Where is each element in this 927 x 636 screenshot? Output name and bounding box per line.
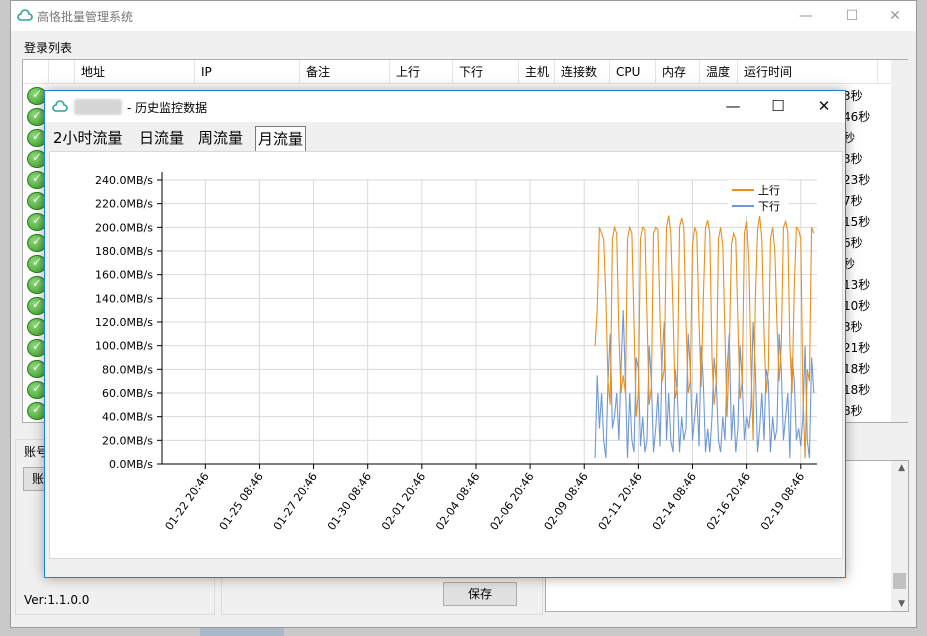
x-tick-label: 02-09 08:46 [542, 470, 591, 532]
y-tick-label: 100.0MB/s [95, 340, 153, 353]
scroll-down-icon[interactable]: ▼ [898, 599, 905, 609]
column-header-connections[interactable]: 连接数 [555, 60, 610, 84]
x-tick-label: 01-27 20:46 [271, 470, 320, 532]
tab-daily-traffic[interactable]: 日流量 [137, 126, 186, 152]
column-header-note[interactable]: 备注 [300, 60, 390, 84]
column-header-download[interactable]: 下行 [453, 60, 519, 84]
x-tick-label: 02-01 20:46 [379, 470, 428, 532]
x-tick-label: 02-11 20:46 [596, 470, 645, 532]
y-tick-label: 200.0MB/s [95, 221, 153, 234]
log-scrollbar[interactable]: ▲ ▼ [891, 461, 908, 611]
x-tick-label: 02-04 08:46 [433, 470, 482, 532]
dialog-close-button[interactable]: ✕ [801, 91, 847, 122]
column-header-address[interactable]: 地址 [75, 60, 195, 84]
x-tick-label: 01-22 20:46 [163, 470, 212, 532]
y-tick-label: 220.0MB/s [95, 198, 153, 211]
main-titlebar[interactable]: 高恪批量管理系统 — ☐ ✕ [11, 1, 916, 31]
y-tick-label: 240.0MB/s [95, 174, 153, 187]
column-header-hosts[interactable]: 主机 [519, 60, 555, 84]
x-tick-label: 02-14 08:46 [650, 470, 699, 532]
tab-weekly-traffic[interactable]: 周流量 [196, 126, 245, 152]
x-tick-label: 01-30 08:46 [325, 470, 374, 532]
dialog-minimize-button[interactable]: — [710, 91, 756, 122]
scroll-up-icon[interactable]: ▲ [898, 463, 905, 473]
minimize-button[interactable]: — [783, 1, 829, 31]
column-header-uptime[interactable]: 运行时间 [738, 60, 878, 84]
maximize-button[interactable]: ☐ [829, 1, 875, 31]
list-header: 地址 IP 备注 上行 下行 主机 连接数 CPU 内存 温度 运行时间 [23, 60, 907, 84]
x-tick-label: 01-25 08:46 [217, 470, 266, 532]
version-label: Ver:1.1.0.0 [24, 593, 90, 607]
traffic-chart: 0.0MB/s 20.0MB/s 40.0MB/s 60.0MB/s 80.0MB/s 1… [95, 172, 817, 533]
tab-2h-traffic[interactable]: 2小时流量 [51, 126, 125, 152]
window-title: 高恪批量管理系统 [37, 10, 134, 24]
y-tick-label: 40.0MB/s [102, 411, 153, 424]
y-tick-label: 20.0MB/s [102, 434, 153, 447]
cloud-icon [17, 9, 33, 21]
x-tick-label: 02-06 20:46 [487, 470, 536, 532]
scroll-thumb[interactable] [893, 573, 906, 589]
history-dialog: - 历史监控数据 — ☐ ✕ 2小时流量 日流量 周流量 月流量 0.0MB/s… [44, 90, 846, 578]
x-tick-label: 02-19 08:46 [758, 470, 807, 532]
column-header-memory[interactable]: 内存 [656, 60, 700, 84]
column-header-upload[interactable]: 上行 [390, 60, 453, 84]
dialog-title: - 历史监控数据 [127, 101, 208, 115]
legend-label: 下行 [758, 200, 780, 213]
tab-panel: 0.0MB/s 20.0MB/s 40.0MB/s 60.0MB/s 80.0MB/s 1… [49, 151, 843, 559]
dialog-titlebar[interactable]: - 历史监控数据 — ☐ ✕ [45, 91, 845, 122]
column-header-cpu[interactable]: CPU [610, 60, 656, 84]
taskbar-strip [200, 628, 284, 636]
dialog-maximize-button[interactable]: ☐ [755, 91, 801, 122]
column-header-status[interactable] [23, 60, 49, 84]
y-tick-label: 60.0MB/s [102, 387, 153, 400]
column-header-ip[interactable]: IP [195, 60, 300, 84]
y-tick-label: 180.0MB/s [95, 245, 153, 258]
close-button[interactable]: ✕ [872, 1, 918, 31]
y-tick-label: 140.0MB/s [95, 292, 153, 305]
blurred-host-name [74, 99, 122, 115]
save-button[interactable]: 保存 [443, 582, 517, 606]
list-scrollbar[interactable] [891, 60, 908, 422]
y-tick-label: 80.0MB/s [102, 363, 153, 376]
tab-monthly-traffic[interactable]: 月流量 [255, 126, 307, 152]
login-list-label: 登录列表 [24, 41, 73, 55]
cloud-icon [52, 100, 68, 112]
column-header-index[interactable] [49, 60, 75, 84]
x-tick-label: 02-16 20:46 [704, 470, 753, 532]
y-tick-label: 0.0MB/s [109, 458, 153, 471]
column-header-temperature[interactable]: 温度 [700, 60, 738, 84]
legend-label: 上行 [758, 184, 780, 197]
y-tick-label: 120.0MB/s [95, 316, 153, 329]
y-tick-label: 160.0MB/s [95, 269, 153, 282]
